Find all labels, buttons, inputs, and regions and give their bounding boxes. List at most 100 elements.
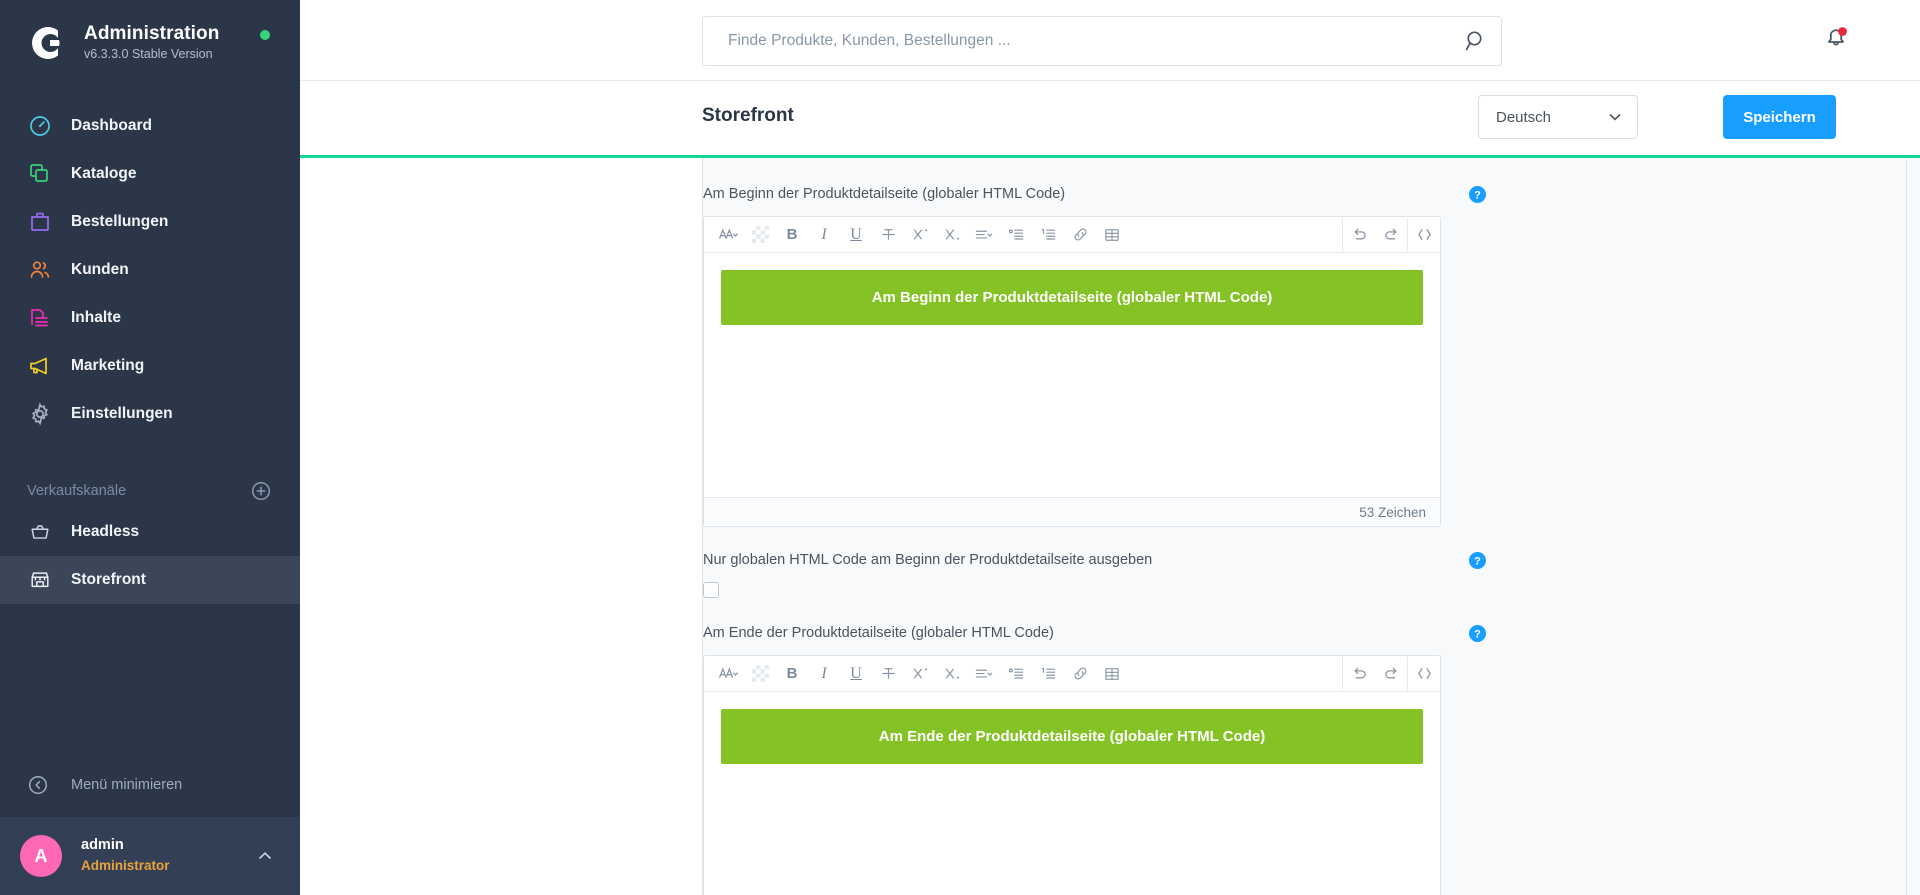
sidebar-item-label: Bestellungen bbox=[71, 213, 169, 230]
redo-button[interactable] bbox=[1375, 657, 1407, 691]
table-button[interactable] bbox=[1096, 218, 1128, 252]
save-button[interactable]: Speichern bbox=[1723, 95, 1836, 139]
strikethrough-button[interactable] bbox=[872, 218, 904, 252]
gear-icon bbox=[27, 401, 53, 427]
sales-channels-section-header: Verkaufskanäle bbox=[0, 474, 300, 508]
editor-toolbar: B I U bbox=[704, 656, 1440, 692]
plus-circle-icon[interactable] bbox=[250, 480, 272, 502]
catalog-icon bbox=[27, 161, 53, 187]
bell-icon[interactable] bbox=[1820, 21, 1852, 53]
content-area: Am Beginn der Produktdetailseite (global… bbox=[300, 155, 1920, 895]
search-icon[interactable] bbox=[1463, 28, 1489, 54]
redo-button[interactable] bbox=[1375, 218, 1407, 252]
ordered-list-button[interactable] bbox=[1032, 218, 1064, 252]
superscript-button[interactable] bbox=[904, 218, 936, 252]
link-button[interactable] bbox=[1064, 657, 1096, 691]
field-end-pdp: Am Ende der Produktdetailseite (globaler… bbox=[703, 622, 1907, 895]
link-button[interactable] bbox=[1064, 218, 1096, 252]
ordered-list-button[interactable] bbox=[1032, 657, 1064, 691]
align-dropdown-button[interactable] bbox=[968, 218, 1000, 252]
brand-version: v6.3.3.0 Stable Version bbox=[84, 46, 213, 61]
superscript-button[interactable] bbox=[904, 657, 936, 691]
sidebar-item-label: Inhalte bbox=[71, 309, 121, 326]
editor-toolbar: B I U bbox=[704, 217, 1440, 253]
bullet-list-button[interactable] bbox=[1000, 218, 1032, 252]
content-right-edge bbox=[1906, 158, 1920, 895]
text-color-button[interactable] bbox=[744, 218, 776, 252]
text-color-button[interactable] bbox=[744, 657, 776, 691]
font-size-dropdown-button[interactable] bbox=[712, 657, 744, 691]
undo-button[interactable] bbox=[1343, 657, 1375, 691]
customers-icon bbox=[27, 257, 53, 283]
field-start-pdp: Am Beginn der Produktdetailseite (global… bbox=[703, 158, 1907, 527]
orders-bag-icon bbox=[27, 209, 53, 235]
brand-header[interactable]: Administration v6.3.3.0 Stable Version bbox=[0, 0, 300, 64]
help-circle-icon[interactable]: ? bbox=[1469, 624, 1486, 642]
sidebar-item-label: Storefront bbox=[71, 571, 146, 588]
search-input[interactable] bbox=[702, 16, 1502, 66]
page-title: Storefront bbox=[702, 105, 794, 126]
code-view-button[interactable] bbox=[1408, 218, 1440, 252]
italic-button[interactable]: I bbox=[808, 218, 840, 252]
sidebar-item-storefront[interactable]: Storefront bbox=[0, 556, 300, 604]
sidebar-item-bestellungen[interactable]: Bestellungen bbox=[0, 198, 300, 246]
storefront-icon bbox=[27, 567, 53, 593]
sidebar-item-headless[interactable]: Headless bbox=[0, 508, 300, 556]
strikethrough-button[interactable] bbox=[872, 657, 904, 691]
editor-content-end-pdp[interactable]: Am Ende der Produktdetailseite (globaler… bbox=[704, 692, 1440, 895]
field-only-global-html: Nur globalen HTML Code am Beginn der Pro… bbox=[703, 549, 1907, 598]
language-select[interactable]: Deutsch bbox=[1478, 95, 1638, 139]
megaphone-icon bbox=[27, 353, 53, 379]
help-circle-icon[interactable]: ? bbox=[1469, 185, 1486, 203]
checkbox-label: Nur globalen HTML Code am Beginn der Pro… bbox=[703, 552, 1153, 568]
sidebar-item-label: Einstellungen bbox=[71, 405, 173, 422]
dashboard-icon bbox=[27, 113, 53, 139]
code-view-button[interactable] bbox=[1408, 657, 1440, 691]
sidebar-item-einstellungen[interactable]: Einstellungen bbox=[0, 390, 300, 438]
main-navigation: Dashboard Kataloge Bestellungen Kunden I… bbox=[0, 102, 300, 438]
sales-channels-title: Verkaufskanäle bbox=[27, 483, 127, 499]
bold-button[interactable]: B bbox=[776, 657, 808, 691]
help-circle-icon[interactable]: ? bbox=[1469, 551, 1486, 569]
align-dropdown-button[interactable] bbox=[968, 657, 1000, 691]
editor-content-start-pdp[interactable]: Am Beginn der Produktdetailseite (global… bbox=[704, 253, 1440, 497]
sidebar-item-label: Marketing bbox=[71, 357, 145, 374]
underline-button[interactable]: U bbox=[840, 218, 872, 252]
underline-button[interactable]: U bbox=[840, 657, 872, 691]
sidebar-item-marketing[interactable]: Marketing bbox=[0, 342, 300, 390]
avatar: A bbox=[20, 835, 62, 877]
sidebar-item-dashboard[interactable]: Dashboard bbox=[0, 102, 300, 150]
italic-button[interactable]: I bbox=[808, 657, 840, 691]
brand-title: Administration bbox=[84, 22, 220, 44]
html-banner-block: Am Beginn der Produktdetailseite (global… bbox=[721, 270, 1423, 325]
field-label: Am Ende der Produktdetailseite (globaler… bbox=[703, 625, 1054, 641]
sidebar-item-label: Kunden bbox=[71, 261, 129, 278]
user-menu[interactable]: A admin Administrator bbox=[0, 817, 300, 895]
minimize-menu-label: Menü minimieren bbox=[71, 777, 183, 793]
sidebar-item-kataloge[interactable]: Kataloge bbox=[0, 150, 300, 198]
sidebar-item-label: Dashboard bbox=[71, 117, 152, 134]
language-select-value: Deutsch bbox=[1496, 108, 1552, 126]
subscript-button[interactable] bbox=[936, 657, 968, 691]
subscript-button[interactable] bbox=[936, 218, 968, 252]
chevron-left-circle-icon bbox=[27, 774, 49, 796]
font-size-dropdown-button[interactable] bbox=[712, 218, 744, 252]
bold-button[interactable]: B bbox=[776, 218, 808, 252]
table-button[interactable] bbox=[1096, 657, 1128, 691]
user-role: Administrator bbox=[81, 858, 170, 873]
sidebar-item-label: Headless bbox=[71, 523, 140, 540]
global-search bbox=[702, 16, 1502, 66]
only-global-html-checkbox[interactable] bbox=[703, 582, 719, 598]
undo-button[interactable] bbox=[1343, 218, 1375, 252]
sidebar-item-inhalte[interactable]: Inhalte bbox=[0, 294, 300, 342]
bullet-list-button[interactable] bbox=[1000, 657, 1032, 691]
sidebar-item-kunden[interactable]: Kunden bbox=[0, 246, 300, 294]
sidebar-item-label: Kataloge bbox=[71, 165, 137, 182]
content-left-gutter bbox=[300, 158, 703, 895]
sidebar: Administration v6.3.3.0 Stable Version D… bbox=[0, 0, 300, 895]
chevron-up-icon[interactable] bbox=[256, 847, 274, 865]
minimize-menu-button[interactable]: Menü minimieren bbox=[0, 763, 300, 807]
user-name: admin bbox=[81, 837, 124, 854]
